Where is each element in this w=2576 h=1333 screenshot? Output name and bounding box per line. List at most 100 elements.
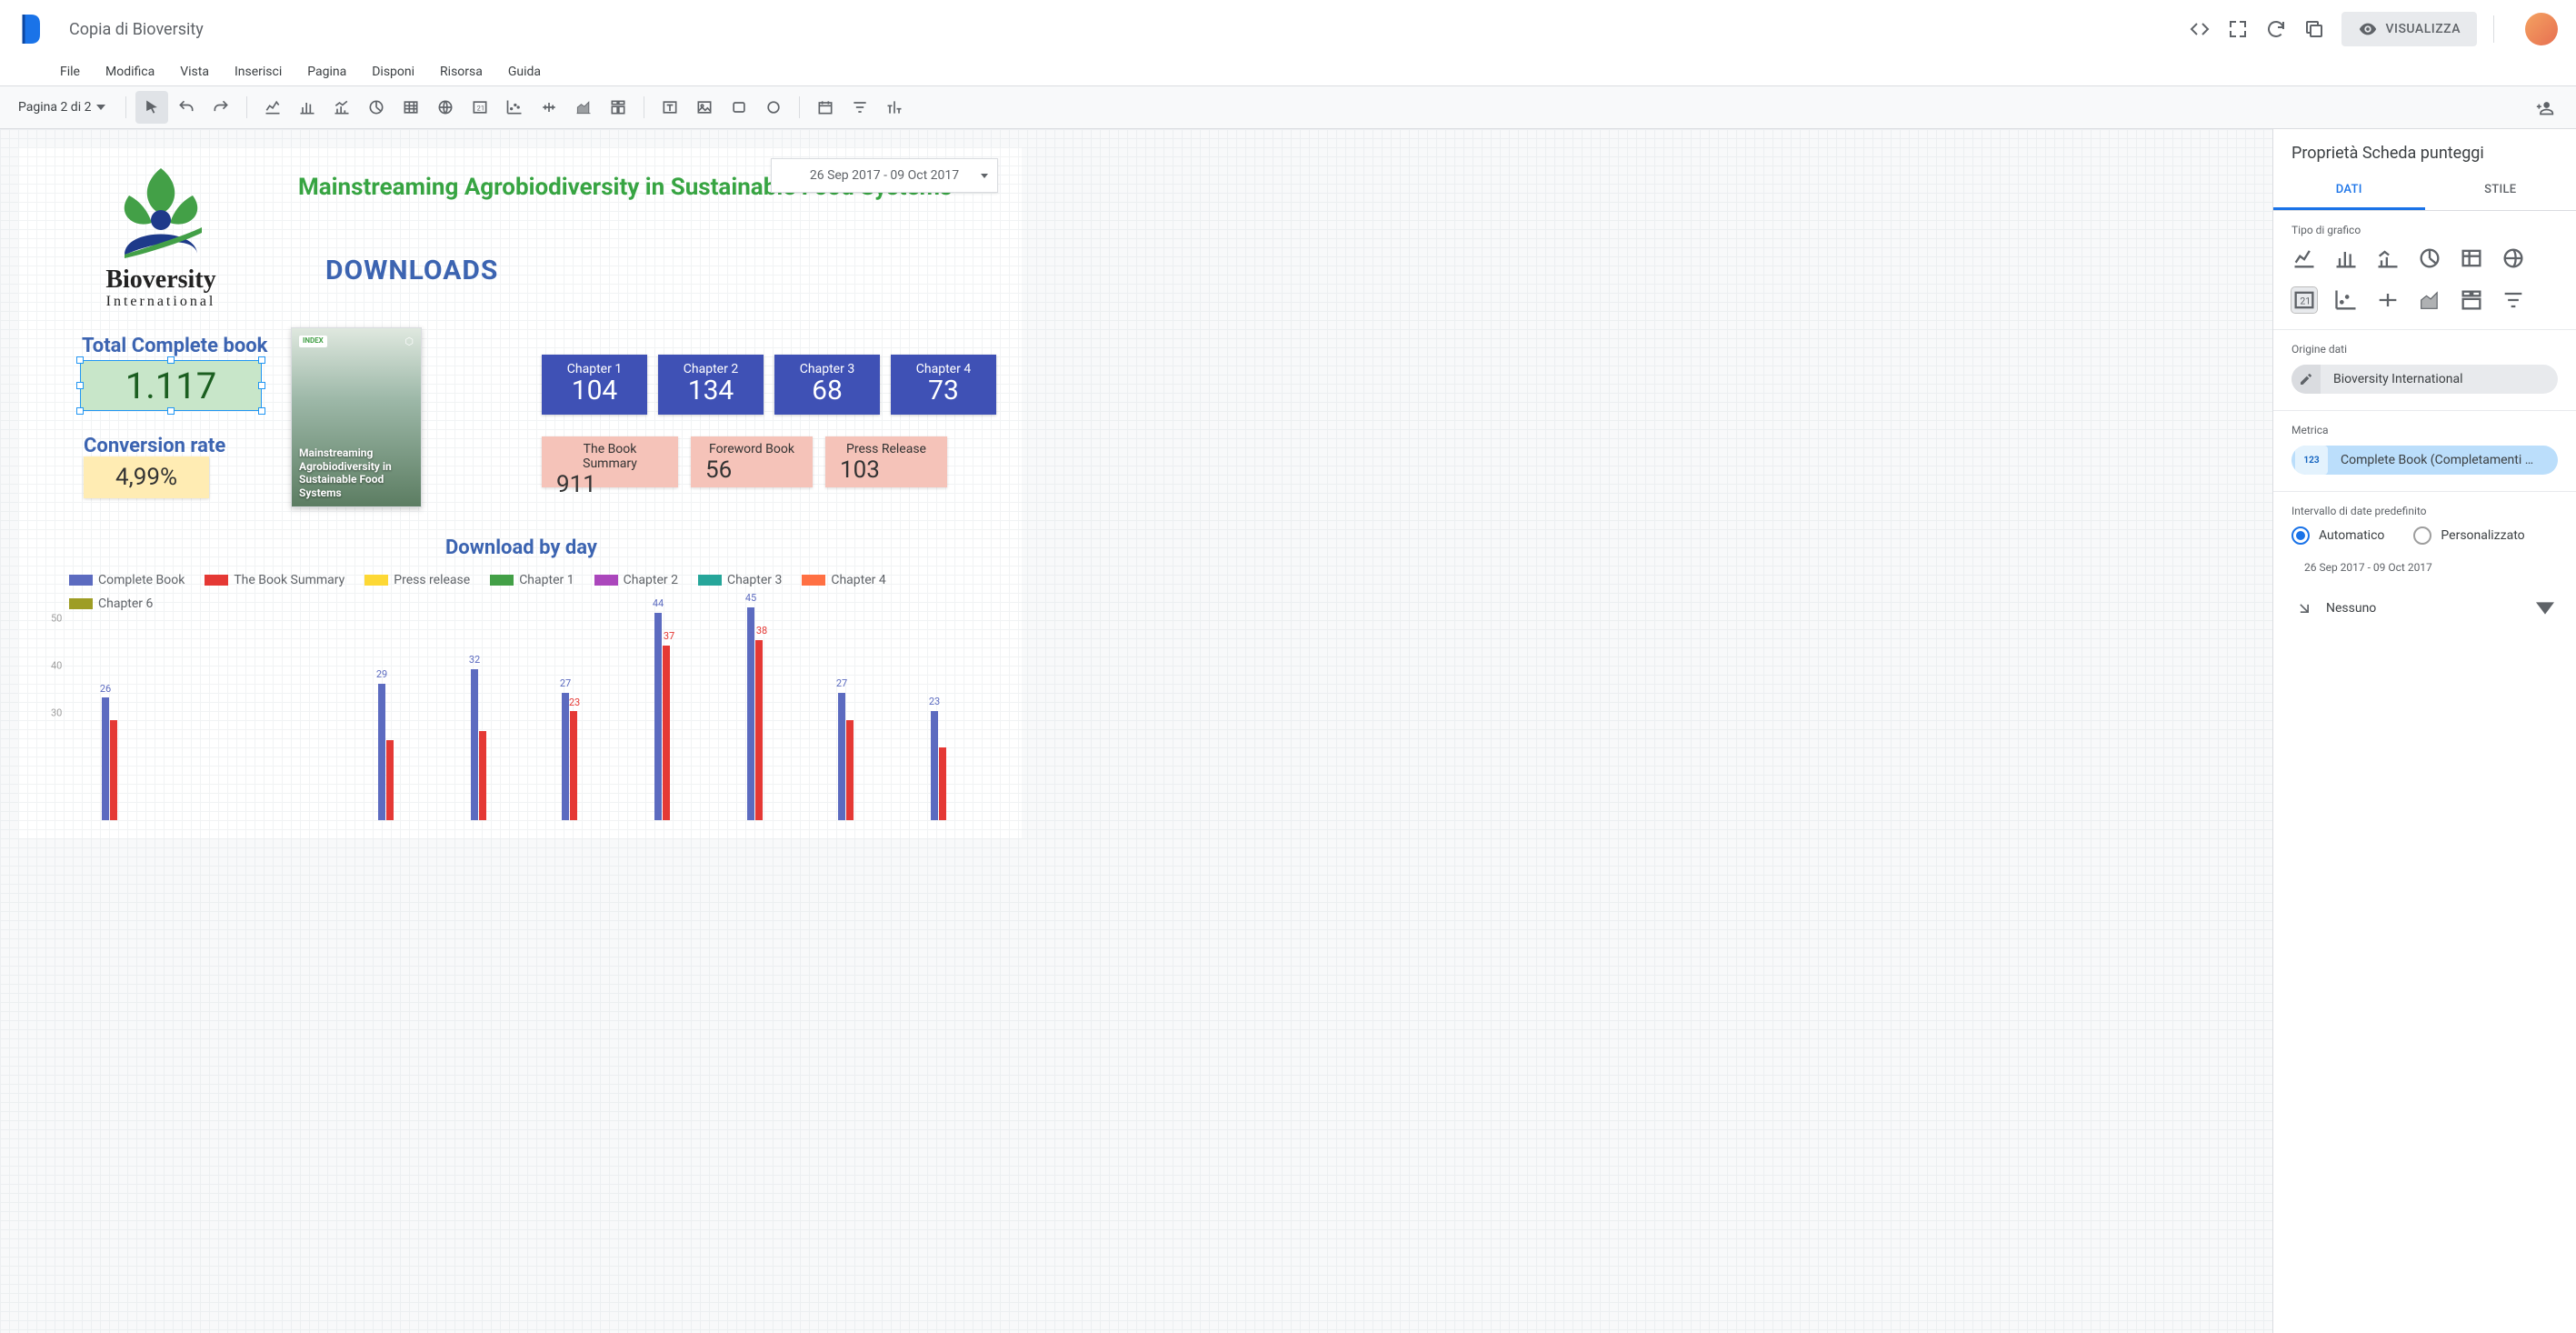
report-canvas[interactable]: Bioversity International Mainstreaming A… [18,147,1022,838]
downloads-heading[interactable]: DOWNLOADS [325,255,498,286]
radio-personalizzato[interactable]: Personalizzato [2413,526,2524,545]
time-chart-icon[interactable] [256,91,289,124]
redo-icon[interactable] [205,91,237,124]
menu-file[interactable]: File [60,65,80,79]
pivot-chart-icon[interactable] [602,91,634,124]
fullscreen-icon[interactable] [2227,18,2249,40]
resize-handle[interactable] [258,356,265,364]
pie-chart-icon[interactable] [2417,246,2442,271]
bar-chart-icon[interactable] [291,91,324,124]
copy-icon[interactable] [2303,18,2325,40]
pencil-icon[interactable] [2291,365,2321,394]
menu-disponi[interactable]: Disponi [372,65,414,79]
add-people-icon[interactable] [2529,91,2561,124]
foreword-tile[interactable]: Foreword Book56 [691,436,813,487]
area-chart-icon[interactable] [567,91,600,124]
metric-chip[interactable]: 123 Complete Book (Completamenti … [2291,446,2558,475]
chart-type-grid: 21 [2291,246,2558,313]
select-tool-icon[interactable] [135,91,168,124]
legend-item[interactable]: Chapter 4 [802,573,885,587]
legend-item[interactable]: Press release [364,573,470,587]
dropdown-icon [96,105,105,110]
total-book-value: 1.117 [125,365,216,407]
code-icon[interactable] [2189,18,2211,40]
circle-icon[interactable] [757,91,790,124]
time-chart-icon[interactable] [2291,246,2317,271]
date-range-control[interactable]: 26 Sep 2017 - 09 Oct 2017 [771,158,998,193]
menu-vista[interactable]: Vista [180,65,209,79]
legend-item[interactable]: Chapter 2 [594,573,678,587]
text-icon[interactable] [654,91,686,124]
chart-type-section: Tipo di grafico 21 [2273,211,2576,330]
pivot-chart-icon[interactable] [2459,287,2484,313]
page-selector[interactable]: Pagina 2 di 2 [15,100,116,115]
table-chart-icon[interactable] [394,91,427,124]
refresh-icon[interactable] [2265,18,2287,40]
chapter-4-tile[interactable]: Chapter 473 [891,355,996,415]
resize-handle[interactable] [167,356,175,364]
table-chart-icon[interactable] [2459,246,2484,271]
data-control-icon[interactable] [878,91,911,124]
conversion-rate-label[interactable]: Conversion rate [84,435,225,457]
conversion-rate-scorecard[interactable]: 4,99% [84,456,209,498]
filter-chart-icon[interactable] [2501,287,2526,313]
legend-item[interactable]: Chapter 3 [698,573,782,587]
menu-bar: File Modifica Vista Inserisci Pagina Dis… [0,58,2576,85]
user-avatar[interactable] [2525,13,2558,45]
resize-handle[interactable] [76,382,84,389]
scatter-chart-icon[interactable] [2333,287,2359,313]
tab-dati[interactable]: DATI [2273,172,2425,210]
document-title[interactable]: Copia di Bioversity [69,20,204,39]
filter-icon[interactable] [844,91,876,124]
svg-text:21: 21 [2300,296,2311,307]
chapter-1-tile[interactable]: Chapter 1104 [542,355,647,415]
pie-chart-icon[interactable] [360,91,393,124]
bar-chart[interactable]: 50 40 30 26 29 32 27 23 44 37 45 38 [51,602,996,820]
menu-inserisci[interactable]: Inserisci [235,65,282,79]
comparison-dropdown[interactable]: Nessuno [2291,594,2558,623]
book-summary-tile[interactable]: The Book Summary911 [542,436,678,487]
menu-guida[interactable]: Guida [508,65,541,79]
scorecard-chart-icon[interactable]: 21 [464,91,496,124]
resize-handle[interactable] [76,407,84,415]
total-book-label[interactable]: Total Complete book [82,335,267,357]
legend-item[interactable]: Complete Book [69,573,185,587]
view-button[interactable]: VISUALIZZA [2341,12,2477,46]
bullet-chart-icon[interactable] [2375,287,2401,313]
scorecard-chart-icon[interactable]: 21 [2291,287,2317,313]
press-release-tile[interactable]: Press Release103 [825,436,947,487]
geo-chart-icon[interactable] [2501,246,2526,271]
combo-chart-icon[interactable] [2375,246,2401,271]
scatter-chart-icon[interactable] [498,91,531,124]
menu-pagina[interactable]: Pagina [307,65,346,79]
chart-title[interactable]: Download by day [445,536,597,559]
legend-item[interactable]: Chapter 1 [490,573,574,587]
data-source-chip[interactable]: Bioversity International [2291,365,2558,394]
menu-risorsa[interactable]: Risorsa [440,65,483,79]
bullet-chart-icon[interactable] [533,91,565,124]
total-book-scorecard[interactable]: 1.117 [80,360,262,411]
legend-item[interactable]: The Book Summary [205,573,344,587]
rectangle-icon[interactable] [723,91,755,124]
resize-handle[interactable] [167,407,175,415]
resize-handle[interactable] [258,407,265,415]
image-icon[interactable] [688,91,721,124]
book-cover-image[interactable]: INDEX⬡ Mainstreaming Agrobiodiversity in… [291,327,422,507]
undo-icon[interactable] [170,91,203,124]
resize-handle[interactable] [258,382,265,389]
area-chart-icon[interactable] [2417,287,2442,313]
date-range-icon[interactable] [809,91,842,124]
tab-stile[interactable]: STILE [2425,172,2576,210]
logo-text: Bioversity [105,266,215,294]
combo-chart-icon[interactable] [325,91,358,124]
app-logo[interactable] [18,11,55,47]
geo-chart-icon[interactable] [429,91,462,124]
bar-chart-icon[interactable] [2333,246,2359,271]
bioversity-logo[interactable]: Bioversity International [75,164,247,318]
resize-handle[interactable] [76,356,84,364]
chapter-2-tile[interactable]: Chapter 2134 [658,355,764,415]
radio-automatico[interactable]: Automatico [2291,526,2384,545]
menu-modifica[interactable]: Modifica [105,65,155,79]
chapter-3-tile[interactable]: Chapter 368 [774,355,880,415]
canvas-scroll[interactable]: Bioversity International Mainstreaming A… [0,129,2272,1333]
